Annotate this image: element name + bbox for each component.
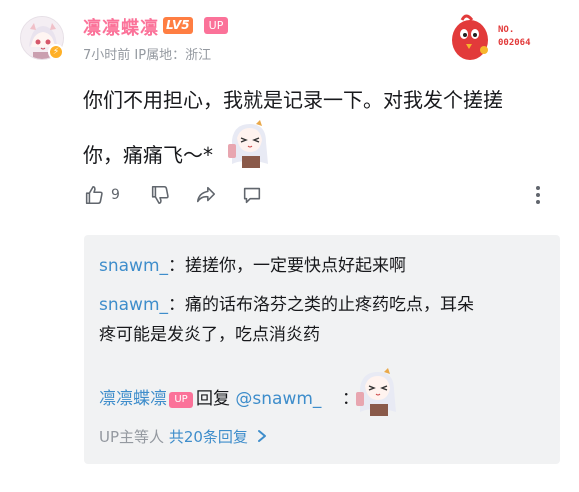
level-badge: LV5 [163, 17, 193, 34]
comment-username[interactable]: 凛凛蝶凛 [83, 14, 159, 40]
share-icon [196, 186, 216, 203]
up-reply-separator: ： [342, 389, 359, 409]
up-badge: UP [169, 392, 193, 408]
like-count: 9 [111, 187, 120, 203]
sub-replies-panel: snawm_：搓搓你，一定要快点好起来啊 snawm_：痛的话布洛芬之类的止疼药… [84, 235, 560, 464]
more-vertical-icon [536, 186, 540, 190]
up-badge: UP [204, 17, 228, 34]
sub-reply-username[interactable]: snawm_ [99, 295, 168, 315]
sub-reply-username[interactable]: snawm_ [99, 256, 168, 276]
verified-badge-icon: ⚡ [48, 44, 64, 60]
reply-button[interactable] [241, 182, 263, 208]
comment-time: 7小时前 [83, 48, 131, 63]
sub-reply[interactable]: snawm_：痛的话布洛芬之类的止疼药吃点，耳朵 [99, 293, 474, 318]
summary-count: 共20条回复 [168, 428, 248, 446]
fan-number: NO. 002064 [498, 25, 531, 48]
comment-meta: 7小时前 IP属地：浙江 [83, 44, 211, 63]
summary-prefix: UP主等人 [99, 428, 165, 446]
mention-link[interactable]: @snawm_ [235, 389, 321, 409]
dislike-button[interactable] [149, 182, 171, 208]
comment-bubble-icon [243, 187, 261, 204]
sub-reply-username[interactable]: 凛凛蝶凛 [99, 389, 167, 409]
sticker-emote-icon [356, 368, 396, 416]
sub-reply-text-continued: 疼可能是发炎了，吃点消炎药 [99, 325, 320, 345]
comment-location: IP属地：浙江 [134, 48, 212, 63]
comment-text-line2: 你，痛痛飞～* [83, 143, 213, 167]
like-button[interactable]: 9 [83, 182, 120, 208]
sub-reply-text: 痛的话布洛芬之类的止疼药吃点，耳朵 [185, 295, 475, 315]
thumb-up-icon [85, 185, 103, 205]
thumb-down-icon [151, 185, 169, 205]
view-all-replies-link[interactable]: UP主等人 共20条回复 [99, 426, 267, 448]
up-sub-reply[interactable]: 凛凛蝶凛 UP 回复 @snawm_ [99, 387, 321, 412]
chevron-right-icon [257, 430, 266, 442]
more-options-button[interactable] [533, 182, 543, 208]
share-button[interactable] [195, 182, 217, 208]
sticker-emote-icon [228, 120, 268, 168]
comment-text-line1: 你们不用担心，我就是记录一下。对我发个搓搓 [83, 88, 503, 112]
reply-action: 回复 [196, 389, 230, 409]
sub-reply[interactable]: snawm_：搓搓你，一定要快点好起来啊 [99, 254, 406, 279]
sub-reply-text: 搓搓你，一定要快点好起来啊 [185, 256, 407, 276]
